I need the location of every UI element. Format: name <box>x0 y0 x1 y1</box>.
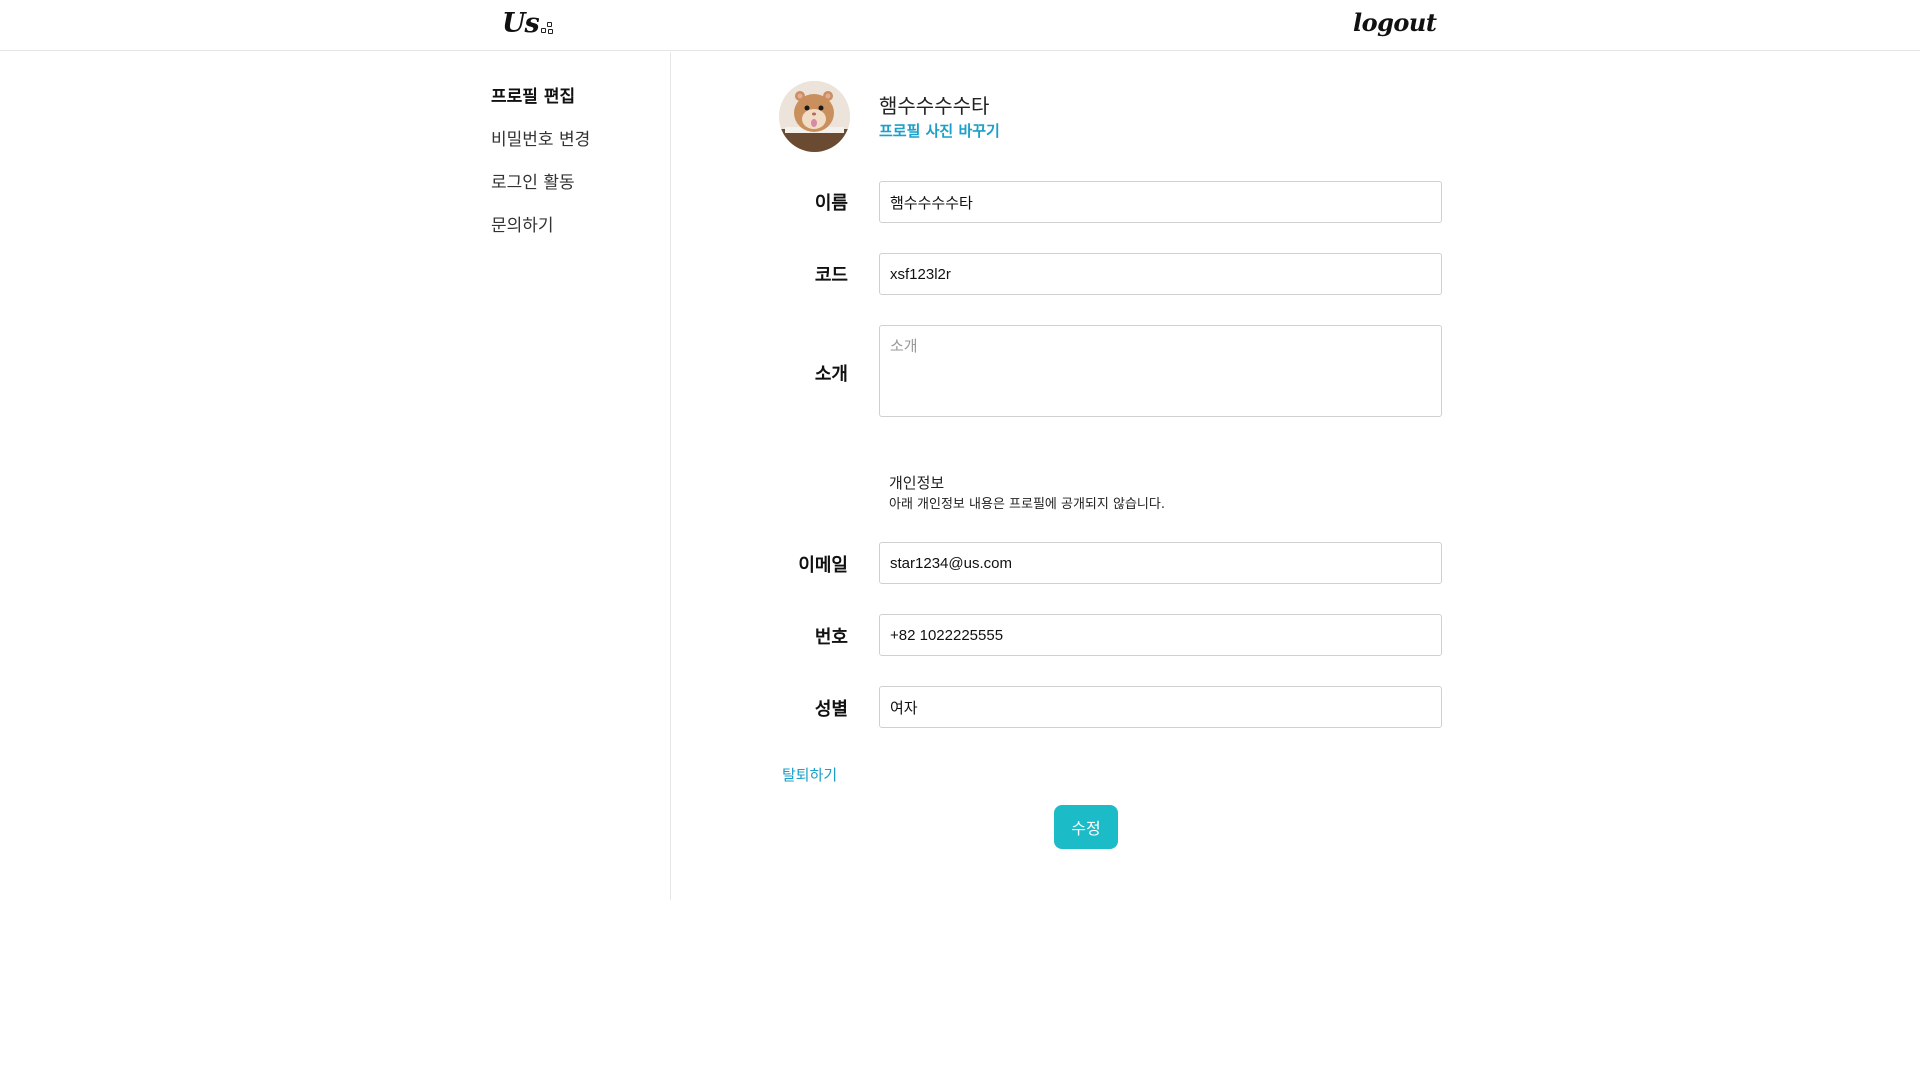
intro-label: 소개 <box>814 364 848 385</box>
privacy-section-description: 아래 개인정보 내용은 프로필에 공개되지 않습니다. <box>889 497 1165 512</box>
phone-input[interactable] <box>879 614 1442 656</box>
top-header: Us logout <box>0 0 1920 51</box>
gender-input[interactable] <box>879 686 1442 728</box>
settings-sidebar: 프로필 편집 비밀번호 변경 로그인 활동 문의하기 <box>491 52 671 900</box>
email-label: 이메일 <box>798 555 848 576</box>
profile-edit-panel: 햄수수수수타 프로필 사진 바꾸기 이름 코드 소개 개인정보 아래 개인정보 … <box>671 52 1471 900</box>
email-input[interactable] <box>879 542 1442 584</box>
sidebar-item-edit-profile[interactable]: 프로필 편집 <box>491 82 575 107</box>
change-photo-link[interactable]: 프로필 사진 바꾸기 <box>879 120 1000 141</box>
sidebar-item-change-password[interactable]: 비밀번호 변경 <box>491 125 590 150</box>
gender-label: 성별 <box>814 699 848 720</box>
phone-label: 번호 <box>814 627 848 648</box>
privacy-section-title: 개인정보 <box>889 474 945 492</box>
code-label: 코드 <box>814 265 848 286</box>
name-input[interactable] <box>879 181 1442 223</box>
withdraw-link[interactable]: 탈퇴하기 <box>782 764 837 785</box>
profile-name: 햄수수수수타 <box>879 94 990 118</box>
app-logo[interactable]: Us <box>502 8 555 39</box>
sidebar-item-login-activity[interactable]: 로그인 활동 <box>491 168 575 193</box>
submit-button[interactable]: 수정 <box>1054 805 1118 849</box>
logo-text: Us <box>502 8 540 39</box>
code-input[interactable] <box>879 253 1442 295</box>
logo-mark-icon <box>540 22 555 35</box>
logout-button[interactable]: logout <box>1353 8 1437 37</box>
intro-textarea[interactable] <box>879 325 1442 417</box>
avatar <box>779 81 850 152</box>
name-label: 이름 <box>814 193 848 214</box>
hamster-avatar-icon <box>779 81 850 152</box>
sidebar-item-contact[interactable]: 문의하기 <box>491 211 554 236</box>
